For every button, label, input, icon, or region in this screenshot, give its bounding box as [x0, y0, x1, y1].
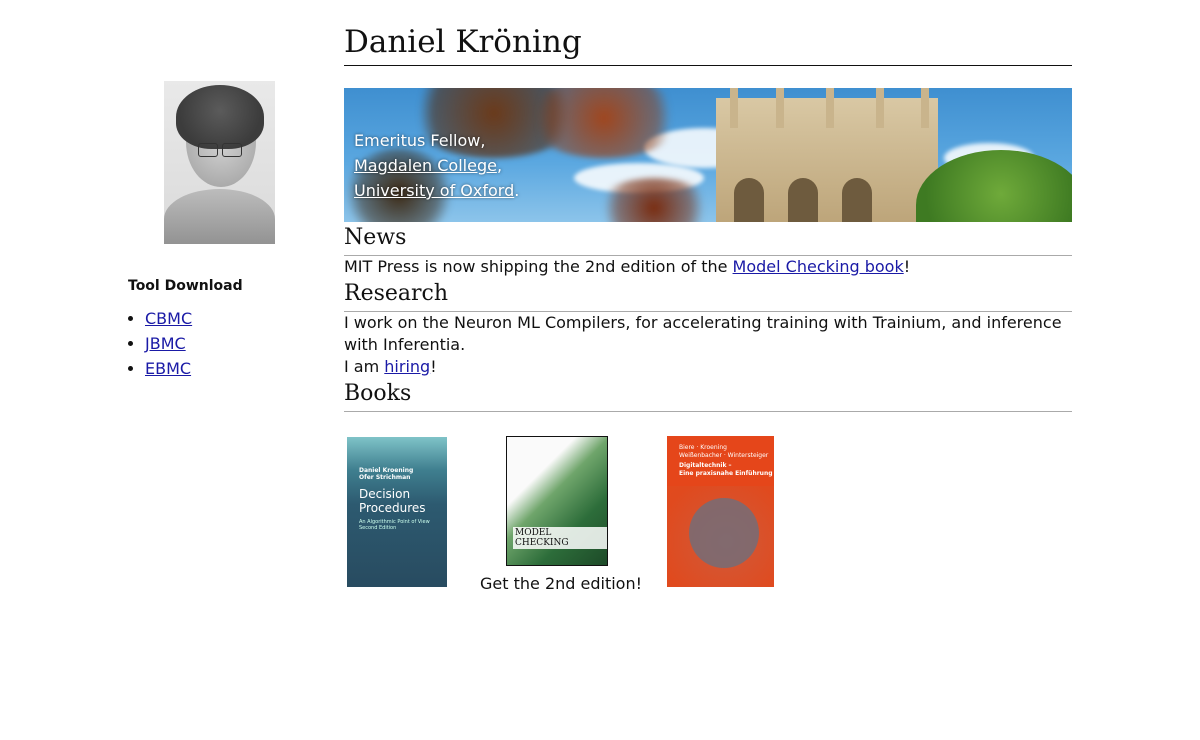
hiring-text: I am hiring! — [344, 357, 437, 376]
tool-download-heading: Tool Download — [128, 278, 243, 294]
list-item: CBMC — [128, 308, 298, 333]
oxford-university-link[interactable]: University of Oxford — [354, 181, 514, 200]
book-cover-model-checking[interactable]: MODEL CHECKING — [506, 436, 608, 566]
tree-image — [916, 150, 1072, 222]
ebmc-link[interactable]: EBMC — [145, 359, 191, 378]
banner: Emeritus Fellow, Magdalen College, Unive… — [344, 88, 1072, 222]
cbmc-link[interactable]: CBMC — [145, 309, 192, 328]
research-heading: Research — [344, 278, 1072, 312]
page-title: Daniel Kröning — [344, 20, 1072, 66]
books-heading: Books — [344, 378, 1072, 412]
jbmc-link[interactable]: JBMC — [145, 334, 186, 353]
book-caption: Get the 2nd edition! — [480, 574, 643, 593]
list-item: EBMC — [128, 358, 298, 383]
sidebar: Tool Download CBMC JBMC EBMC — [128, 81, 298, 383]
magdalen-college-link[interactable]: Magdalen College — [354, 156, 497, 175]
book-cover-digitaltechnik[interactable]: Biere · Kroening Weißenbacher · Winterst… — [667, 436, 774, 587]
news-text: MIT Press is now shipping the 2nd editio… — [344, 257, 911, 276]
page: Tool Download CBMC JBMC EBMC Daniel Krön… — [0, 0, 1200, 740]
banner-fellow-text: Emeritus Fellow, — [354, 131, 486, 150]
news-heading: News — [344, 222, 1072, 256]
bullet-icon — [128, 366, 133, 371]
hiring-link[interactable]: hiring — [384, 357, 430, 376]
model-checking-book-link[interactable]: Model Checking book — [733, 257, 904, 276]
profile-photo — [164, 81, 275, 244]
book-cover-decision-procedures[interactable]: Daniel Kroening Ofer Strichman Decision … — [347, 437, 447, 587]
bullet-icon — [128, 341, 133, 346]
banner-affiliation: Emeritus Fellow, Magdalen College, Unive… — [354, 128, 519, 203]
research-text: I work on the Neuron ML Compilers, for a… — [344, 313, 1062, 354]
main-content: Daniel Kröning Emeritus Fellow, Magdalen… — [344, 20, 1072, 596]
tower-image — [716, 88, 938, 222]
bullet-icon — [128, 316, 133, 321]
tool-list: CBMC JBMC EBMC — [128, 308, 298, 383]
list-item: JBMC — [128, 333, 298, 358]
books-gallery: Daniel Kroening Ofer Strichman Decision … — [344, 436, 1072, 596]
